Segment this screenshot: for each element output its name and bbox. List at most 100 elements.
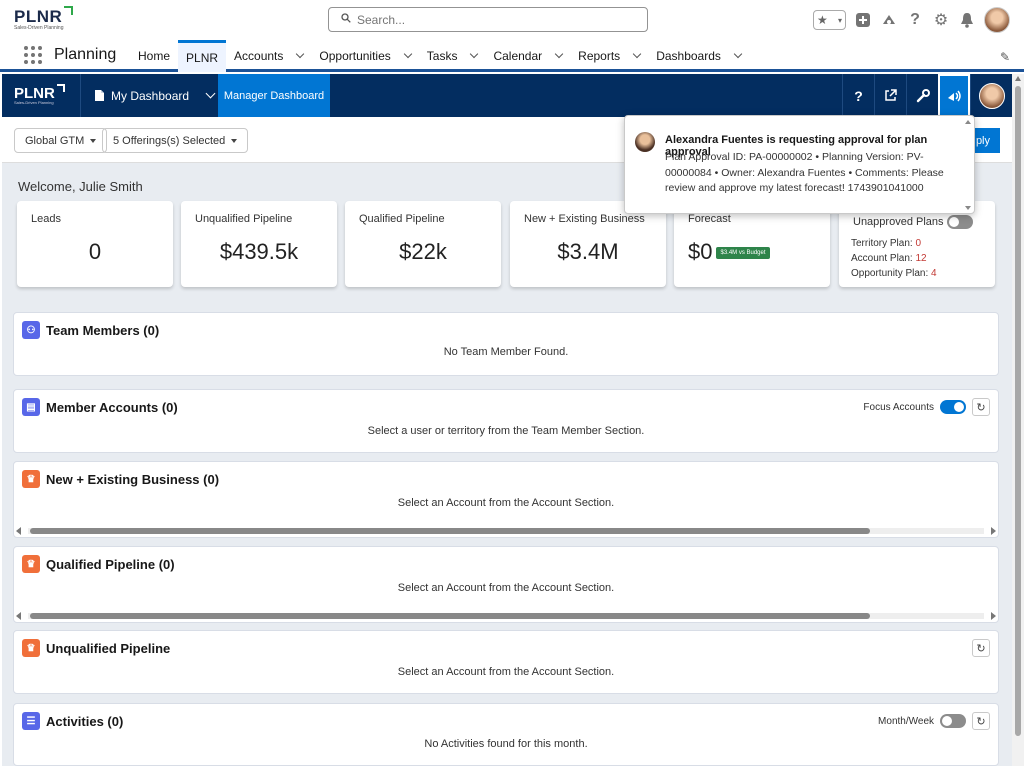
logo-tagline: Sales-Driven Planning: [14, 100, 54, 105]
horizontal-scrollbar[interactable]: [16, 527, 996, 535]
chevron-down-icon[interactable]: [470, 49, 479, 59]
kpi-value: $439.5k: [219, 239, 299, 264]
unapproved-title-row: Unapproved Plans: [853, 215, 973, 229]
unapproved-title: Unapproved Plans: [853, 215, 944, 228]
territory-plan-label: Territory Plan:: [851, 238, 916, 249]
kpi-title: New + Existing Business: [524, 213, 645, 225]
card-message: No Activities found for this month.: [424, 738, 588, 750]
nav-tab-plnr[interactable]: PLNR: [178, 40, 227, 72]
nav-tab-calendar[interactable]: Calendar: [485, 40, 570, 72]
kpi-value: $0: [688, 239, 713, 264]
card-message: Select an Account from the Account Secti…: [397, 497, 615, 509]
scrollbar-thumb[interactable]: [1015, 86, 1021, 736]
nav-tab-opportunities[interactable]: Opportunities: [311, 40, 418, 72]
edit-nav-icon[interactable]: ✎: [1000, 50, 1010, 64]
team-members-card: ⚇ Team Members (0) No Team Member Found.: [13, 312, 999, 376]
chevron-down-icon[interactable]: [632, 49, 642, 59]
help-icon[interactable]: ?: [906, 11, 924, 29]
page-scrollbar[interactable]: [1012, 74, 1024, 766]
nav-tab-label: Accounts: [234, 49, 284, 63]
scroll-right-icon[interactable]: [991, 527, 996, 535]
focus-accounts-toggle[interactable]: [940, 400, 966, 414]
card-header: ♛ New + Existing Business (0): [22, 470, 219, 488]
offerings-dropdown[interactable]: 5 Offerings(s) Selected: [102, 128, 249, 153]
plnr-logo[interactable]: PLNR Sales-Driven Planning: [14, 6, 73, 31]
refresh-icon[interactable]: ↻: [972, 398, 990, 416]
opportunity-plan-label: Opportunity Plan:: [851, 268, 932, 279]
bell-icon[interactable]: [958, 11, 976, 29]
nav-tab-label: Dashboards: [656, 49, 721, 63]
nav-tab-accounts[interactable]: Accounts: [226, 40, 311, 72]
offerings-dropdown-label: 5 Offerings(s) Selected: [113, 134, 226, 147]
account-plan-count: Account Plan: 12: [851, 253, 927, 264]
chevron-down-icon: ▾: [837, 15, 842, 25]
chevron-down-icon[interactable]: [403, 49, 413, 59]
nav-tab-label: Opportunities: [319, 49, 391, 63]
favorites-button[interactable]: ★ ▾: [813, 10, 846, 30]
chevron-down-icon[interactable]: [733, 49, 743, 59]
logo-tagline: Sales-Driven Planning: [14, 25, 64, 31]
nav-tab-tasks[interactable]: Tasks: [419, 40, 486, 72]
scroll-up-icon[interactable]: [1015, 76, 1021, 81]
help-icon[interactable]: ?: [842, 74, 874, 117]
kpi-qualified-pipeline[interactable]: Qualified Pipeline $22k: [345, 201, 501, 287]
scroll-left-icon[interactable]: [16, 612, 21, 620]
nav-tab-dashboards[interactable]: Dashboards: [648, 40, 749, 72]
card-header: ♛ Unqualified Pipeline: [22, 639, 170, 657]
wrench-icon[interactable]: [906, 74, 938, 117]
scroll-right-icon[interactable]: [991, 612, 996, 620]
scroll-left-icon[interactable]: [16, 527, 21, 535]
global-header: PLNR Sales-Driven Planning ★▾ ? ⚙: [0, 0, 1024, 40]
nav-tab-reports[interactable]: Reports: [570, 40, 648, 72]
refresh-icon[interactable]: ↻: [972, 712, 990, 730]
horizontal-scrollbar[interactable]: [16, 612, 996, 620]
notifications-icon[interactable]: [938, 74, 970, 117]
scroll-down-icon[interactable]: [965, 206, 971, 210]
search-icon: [341, 13, 351, 23]
global-search[interactable]: [328, 7, 648, 32]
card-actions: ↻: [972, 639, 990, 657]
kpi-leads[interactable]: Leads 0: [17, 201, 173, 287]
card-header: ☰ Activities (0): [22, 712, 123, 730]
nav-tab-label: Home: [138, 49, 171, 63]
nav-tab-home[interactable]: Home: [130, 40, 178, 72]
help-glyph: ?: [854, 87, 863, 104]
app-navigation: Planning Home PLNR Accounts Opportunitie…: [0, 40, 1024, 72]
add-icon[interactable]: [854, 11, 872, 29]
kpi-unqualified-pipeline[interactable]: Unqualified Pipeline $439.5k: [181, 201, 337, 287]
my-dashboard-dropdown[interactable]: My Dashboard: [94, 74, 216, 117]
external-link-icon[interactable]: [874, 74, 906, 117]
gtm-dropdown[interactable]: Global GTM: [14, 128, 108, 153]
notification-popover[interactable]: Alexandra Fuentes is requesting approval…: [624, 115, 975, 214]
opportunity-plan-value: 4: [931, 268, 937, 279]
gear-icon[interactable]: ⚙: [932, 11, 950, 29]
app-launcher-icon[interactable]: [24, 46, 42, 64]
chevron-down-icon[interactable]: [554, 49, 564, 59]
header-utility-icons: ★ ▾ ? ⚙: [813, 7, 1010, 33]
member-accounts-card: ▤ Member Accounts (0) Focus Accounts ↻ S…: [13, 389, 999, 453]
trailhead-icon[interactable]: [880, 11, 898, 29]
card-header: ▤ Member Accounts (0): [22, 398, 178, 416]
kpi-value: $22k: [399, 239, 447, 264]
card-title: Activities (0): [46, 713, 124, 729]
accounts-icon: ▤: [22, 398, 40, 416]
month-week-toggle[interactable]: [940, 714, 966, 728]
manager-dashboard-tab[interactable]: Manager Dashboard: [218, 74, 330, 117]
team-icon: ⚇: [22, 321, 40, 339]
chevron-down-icon[interactable]: [296, 49, 305, 59]
dashboard-body: Welcome, Julie Smith Leads 0 Unqualified…: [2, 163, 1012, 766]
account-plan-value: 12: [915, 253, 927, 264]
notification-scrollbar[interactable]: [964, 120, 972, 210]
nav-tab-label: Tasks: [426, 49, 458, 63]
scroll-up-icon[interactable]: [965, 120, 971, 124]
unapproved-toggle[interactable]: [946, 215, 973, 229]
app-name: Planning: [54, 46, 117, 63]
refresh-icon[interactable]: ↻: [972, 639, 990, 657]
focus-accounts-label: Focus Accounts: [863, 401, 934, 413]
my-dashboard-label: My Dashboard: [111, 88, 190, 103]
plnr-user-avatar[interactable]: [970, 74, 1012, 117]
activities-icon: ☰: [22, 712, 40, 730]
welcome-message: Welcome, Julie Smith: [18, 179, 143, 194]
user-avatar[interactable]: [984, 7, 1010, 33]
search-input[interactable]: [357, 11, 637, 29]
